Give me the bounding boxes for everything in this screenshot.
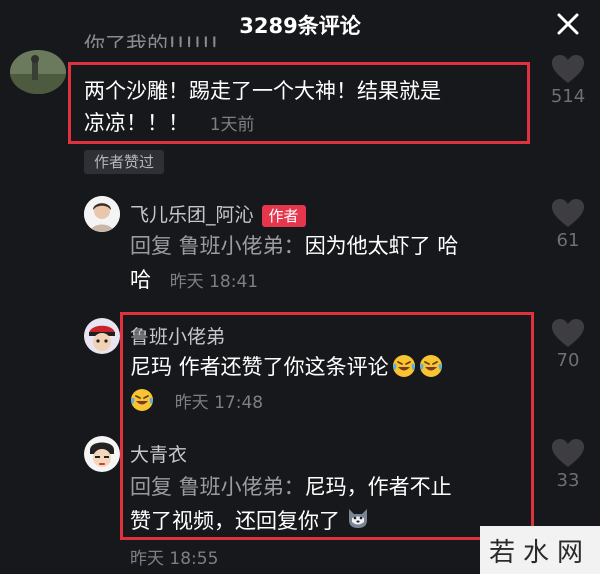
husky-dog-emoji-icon bbox=[346, 506, 372, 532]
laughing-tears-emoji-icon bbox=[130, 388, 154, 412]
watermark-text: 若水网 bbox=[488, 538, 591, 568]
comment-line: 尼玛 作者还赞了你这条评论 bbox=[130, 350, 530, 384]
like-count: 70 bbox=[556, 350, 580, 371]
username[interactable]: 飞儿乐团_阿沁 bbox=[130, 204, 254, 226]
comment-time: 昨天 18:41 bbox=[169, 272, 259, 292]
like-count: 514 bbox=[550, 86, 586, 107]
comment-line-2: 哈 昨天 18:41 bbox=[130, 263, 530, 299]
comment-line-2: 昨天 17:48 bbox=[130, 384, 530, 420]
heart-icon bbox=[552, 319, 584, 347]
comment-user: 鲁班小佬弟 bbox=[130, 322, 225, 349]
avatar-cartoon-image bbox=[84, 318, 120, 354]
author-badge: 作者 bbox=[261, 204, 306, 227]
like-button[interactable]: 514 bbox=[548, 54, 588, 107]
reply-prefix[interactable]: 回复 鲁班小佬弟： bbox=[130, 475, 305, 499]
comment-line: 赞了视频，还回复你了 bbox=[130, 509, 340, 533]
heart-icon bbox=[552, 199, 584, 227]
heart-icon bbox=[552, 55, 584, 83]
like-button[interactable]: 33 bbox=[548, 438, 588, 491]
comment-line: 凉凉！！！ bbox=[84, 111, 189, 135]
comment-line: 回复 鲁班小佬弟：尼玛，作者不止 bbox=[130, 470, 530, 504]
comment-time: 昨天 18:55 bbox=[130, 549, 219, 569]
avatar[interactable] bbox=[84, 318, 120, 354]
like-count: 61 bbox=[556, 230, 580, 251]
avatar[interactable] bbox=[10, 50, 66, 94]
partial-previous-text: 你了我的!!!!!! bbox=[84, 34, 219, 48]
laughing-tears-emoji-icon bbox=[419, 354, 443, 378]
comment-text: 两个沙雕！踢走了一个大神！结果就是 凉凉！！！ 1天前 bbox=[84, 74, 524, 140]
avatar-girl-image bbox=[84, 196, 120, 232]
comment-time: 昨天 17:48 bbox=[174, 393, 264, 413]
like-button[interactable]: 61 bbox=[548, 198, 588, 251]
comment-line: 两个沙雕！踢走了一个大神！结果就是 bbox=[84, 79, 441, 103]
comment-line-2: 赞了视频，还回复你了 bbox=[130, 504, 530, 538]
comment-time: 1天前 bbox=[209, 115, 255, 135]
username[interactable]: 大青衣 bbox=[130, 444, 187, 466]
close-icon bbox=[557, 13, 579, 35]
comment-line-2: 凉凉！！！ 1天前 bbox=[84, 108, 524, 140]
comment-line: 回复 鲁班小佬弟：因为他太虾了 哈 bbox=[130, 229, 530, 263]
comment-body: 尼玛 作者还赞了你这条评论 bbox=[130, 355, 389, 379]
like-count: 33 bbox=[556, 470, 580, 491]
comment-user: 大青衣 bbox=[130, 440, 187, 467]
avatar[interactable] bbox=[84, 436, 120, 472]
comment-user: 飞儿乐团_阿沁 作者 bbox=[130, 200, 306, 227]
comment-text: 尼玛 作者还赞了你这条评论 昨天 17:48 bbox=[130, 350, 530, 420]
like-button[interactable]: 70 bbox=[548, 318, 588, 371]
heart-icon bbox=[552, 439, 584, 467]
author-liked-badge: 作者赞过 bbox=[84, 150, 165, 174]
laughing-tears-emoji-icon bbox=[392, 354, 416, 378]
avatar-cartoon-image bbox=[84, 436, 120, 472]
comment-text: 回复 鲁班小佬弟：因为他太虾了 哈 哈 昨天 18:41 bbox=[130, 229, 530, 299]
reply-body: 因为他太虾了 哈 bbox=[304, 234, 459, 258]
watermark: 若水网 bbox=[480, 526, 600, 574]
avatar[interactable] bbox=[84, 196, 120, 232]
avatar-landscape-image bbox=[10, 50, 66, 94]
close-button[interactable] bbox=[554, 10, 582, 38]
comment-text: 回复 鲁班小佬弟：尼玛，作者不止 赞了视频，还回复你了 bbox=[130, 470, 530, 538]
comment-line: 哈 bbox=[130, 268, 151, 292]
reply-prefix[interactable]: 回复 鲁班小佬弟： bbox=[130, 234, 305, 258]
reply-body: 尼玛，作者不止 bbox=[304, 475, 452, 499]
username[interactable]: 鲁班小佬弟 bbox=[130, 326, 225, 348]
